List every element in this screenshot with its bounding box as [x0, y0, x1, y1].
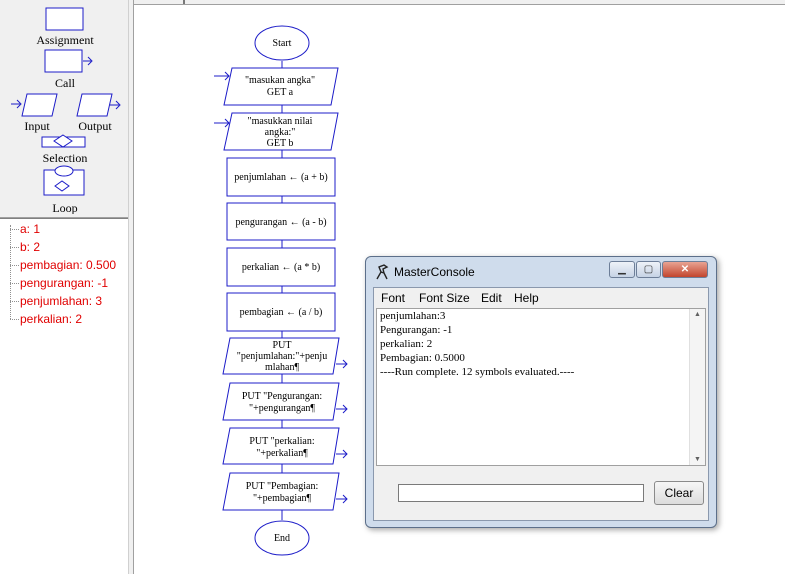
close-button[interactable]: ✕: [662, 261, 708, 278]
input1-get[interactable]: GET a: [230, 87, 330, 98]
start-terminal[interactable]: Start: [255, 38, 309, 49]
masterconsole-window: MasterConsole ▁ ▢ ✕ Font Font Size Edit …: [365, 256, 717, 528]
menu-bar: Font Font Size Edit Help: [374, 288, 708, 308]
assign-pengurangan[interactable]: pengurangan ← (a - b): [227, 217, 335, 228]
output4-expr[interactable]: "+pembagian¶: [227, 493, 337, 504]
output2-expr[interactable]: "+pengurangan¶: [227, 403, 337, 414]
scroll-down-icon[interactable]: ▼: [694, 456, 701, 463]
menu-help[interactable]: Help: [514, 291, 539, 305]
output1-put[interactable]: PUT: [227, 340, 337, 351]
assign-pembagian[interactable]: pembagian ← (a / b): [227, 307, 335, 318]
command-input[interactable]: [398, 484, 644, 502]
output3-expr[interactable]: "+perkalian¶: [227, 448, 337, 459]
input2-prompt[interactable]: "masukkan nilai: [230, 116, 330, 127]
end-terminal[interactable]: End: [255, 533, 309, 544]
input2-get[interactable]: GET b: [230, 138, 330, 149]
output-line: Pengurangan: -1: [380, 324, 453, 336]
menu-edit[interactable]: Edit: [481, 291, 502, 305]
window-title: MasterConsole: [394, 265, 475, 279]
assign-perkalian[interactable]: perkalian ← (a * b): [227, 262, 335, 273]
menu-font-size[interactable]: Font Size: [419, 291, 470, 305]
clear-button[interactable]: Clear: [654, 481, 704, 505]
maximize-icon: ▢: [643, 264, 654, 275]
output-line: perkalian: 2: [380, 338, 433, 350]
output-line: ----Run complete. 12 symbols evaluated.-…: [380, 366, 575, 378]
output2-put[interactable]: PUT "Pengurangan:: [227, 391, 337, 402]
minimize-button[interactable]: ▁: [609, 261, 635, 278]
output1-expr[interactable]: "penjumlahan:"+penju: [227, 351, 337, 362]
console-output[interactable]: penjumlahan:3 Pengurangan: -1 perkalian:…: [376, 308, 706, 466]
input1-prompt[interactable]: "masukan angka": [230, 75, 330, 86]
maximize-button[interactable]: ▢: [636, 261, 661, 278]
scroll-up-icon[interactable]: ▲: [694, 311, 701, 318]
minimize-icon: ▁: [618, 264, 626, 275]
close-icon: ✕: [680, 264, 690, 275]
output4-put[interactable]: PUT "Pembagian:: [227, 481, 337, 492]
assign-penjumlahan[interactable]: penjumlahan ← (a + b): [227, 172, 335, 183]
raptor-icon: [376, 264, 389, 280]
menu-font[interactable]: Font: [381, 291, 405, 305]
output-line: penjumlahan:3: [380, 310, 446, 322]
console-body: Font Font Size Edit Help penjumlahan:3 P…: [373, 287, 709, 521]
output-scrollbar[interactable]: ▲ ▼: [689, 309, 705, 465]
input2-prompt-2[interactable]: angka:": [230, 127, 330, 138]
output-line: Pembagian: 0.5000: [380, 352, 465, 364]
output3-put[interactable]: PUT "perkalian:: [227, 436, 337, 447]
output1-expr-2[interactable]: mlahan¶: [227, 362, 337, 373]
